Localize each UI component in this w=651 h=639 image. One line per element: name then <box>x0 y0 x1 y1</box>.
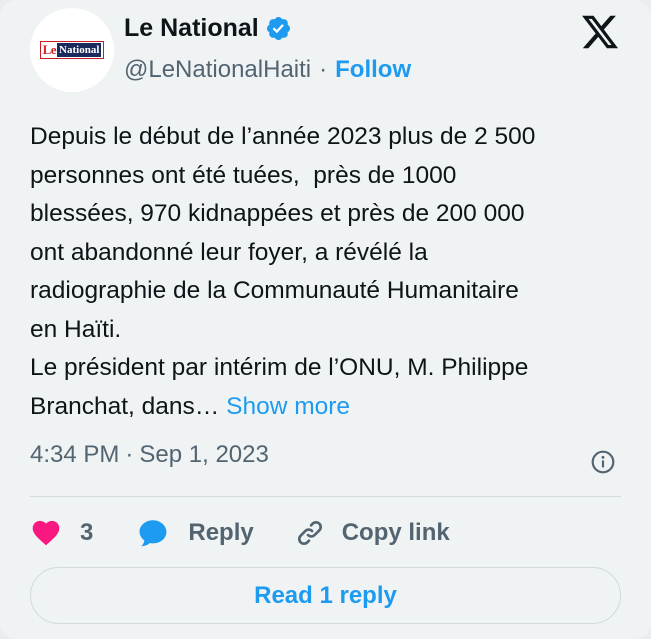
like-button[interactable]: 3 <box>30 517 93 549</box>
reply-label: Reply <box>188 519 254 546</box>
heart-icon <box>32 520 60 546</box>
divider <box>30 496 621 497</box>
author-handle-row: @LeNationalHaiti · Follow <box>124 56 411 84</box>
reply-button[interactable]: Reply <box>136 516 254 550</box>
x-logo-icon[interactable] <box>580 12 620 52</box>
author-display-name[interactable]: Le National <box>124 14 259 43</box>
info-icon[interactable] <box>590 449 616 475</box>
tweet-body: Depuis le début de l’année 2023 plus de … <box>30 123 536 420</box>
logo-text-le: Le <box>42 42 57 57</box>
tweet-timestamp[interactable]: 4:34 PM · Sep 1, 2023 <box>30 441 269 469</box>
tweet-text: Depuis le début de l’année 2023 plus de … <box>30 118 620 426</box>
follow-button[interactable]: Follow <box>335 56 411 84</box>
tweet-time: 4:34 PM <box>30 441 120 468</box>
le-national-logo: Le National <box>39 41 105 59</box>
author-handle[interactable]: @LeNationalHaiti <box>124 56 311 84</box>
link-icon <box>297 520 322 546</box>
tweet-card: Le National Le National @LeNationalHaiti… <box>0 0 651 639</box>
logo-text-national: National <box>57 43 102 57</box>
handle-separator: · <box>319 56 328 83</box>
avatar[interactable]: Le National <box>30 8 114 92</box>
read-replies-label: Read 1 reply <box>254 581 397 609</box>
verified-badge-icon <box>266 16 290 41</box>
like-count: 3 <box>80 519 94 546</box>
read-replies-button[interactable]: Read 1 reply <box>30 567 621 624</box>
reply-bubble-icon <box>139 520 167 547</box>
tweet-date: Sep 1, 2023 <box>139 441 269 468</box>
action-bar: 3 Reply Copy link <box>30 508 450 558</box>
show-more-link[interactable]: Show more <box>226 393 350 420</box>
copy-link-label: Copy link <box>341 519 450 546</box>
timestamp-separator: · <box>125 441 134 468</box>
copy-link-button[interactable]: Copy link <box>294 517 450 549</box>
author-name-row: Le National <box>124 14 292 43</box>
